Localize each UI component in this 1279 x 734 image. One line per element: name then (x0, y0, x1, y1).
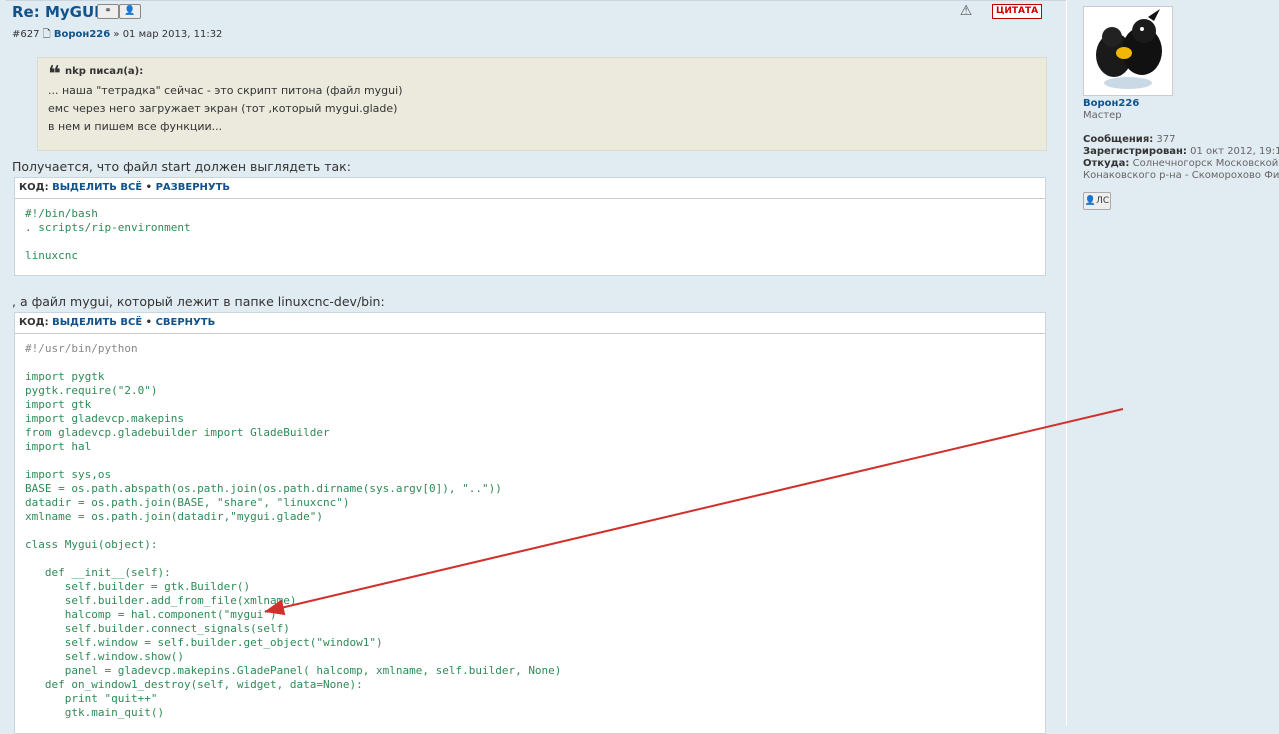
quote-button[interactable]: ЦИТАТА (992, 4, 1043, 19)
code-line: linuxcnc (25, 249, 78, 262)
code-line: import gladevcp.makepins (25, 412, 184, 425)
user-icon[interactable]: 👤 (119, 4, 141, 19)
code-line: panel = gladevcp.makepins.GladePanel( ha… (25, 664, 562, 677)
profile-location-2: Конаковского р-на - Скоморохово Фирово (1083, 170, 1279, 181)
crow-avatar-icon (1096, 9, 1162, 89)
collapse-link[interactable]: СВЕРНУТЬ (156, 317, 216, 328)
post-text-1: Получается, что файл start должен выгляд… (12, 159, 351, 174)
post-meta: #627 🗋 Ворон226 » 01 мар 2013, 11:32 (12, 27, 222, 44)
pm-button[interactable]: 👤ЛС (1083, 192, 1111, 210)
code-header-1: КОД: ВЫДЕЛИТЬ ВСЁ • РАЗВЕРНУТЬ (15, 178, 1045, 199)
code-label: КОД: (19, 182, 49, 193)
profile-name[interactable]: Ворон226 (1083, 98, 1139, 109)
code-line: self.builder = gtk.Builder() (25, 580, 251, 593)
code-content-1[interactable]: #!/bin/bash. scripts/rip-environment lin… (15, 199, 1045, 263)
code-line: def on_window1_destroy(self, widget, dat… (25, 678, 363, 691)
post-doc-icon: 🗋 (42, 29, 51, 40)
post-date: » 01 мар 2013, 11:32 (113, 29, 223, 40)
code-line: BASE = os.path.abspath(os.path.join(os.p… (25, 482, 502, 495)
profile-registered: Зарегистрирован: 01 окт 2012, 19:14 (1083, 146, 1279, 157)
code-line: halcomp = hal.component("mygui") (25, 608, 277, 621)
code-content-2[interactable]: #!/usr/bin/python import pygtk pygtk.requ… (15, 334, 1045, 720)
select-all-link[interactable]: ВЫДЕЛИТЬ ВСЁ (52, 182, 142, 193)
code-line: self.builder.connect_signals(self) (25, 622, 290, 635)
code-line: pygtk.require("2.0") (25, 384, 158, 397)
quote-line-1: ... наша "тетрадка" сейчас - это скрипт … (48, 84, 403, 97)
code-line: gtk.main_quit() (25, 706, 165, 719)
blockquote: ❝ nkp писал(а): ... наша "тетрадка" сейч… (37, 57, 1047, 151)
code-line: datadir = os.path.join(BASE, "share", "l… (25, 496, 350, 509)
code-line: import hal (25, 440, 92, 453)
pm-icon: 👤 (1084, 196, 1097, 206)
quote-author: nkp писал(а): (65, 66, 144, 77)
code-line: class Mygui(object): (25, 538, 158, 551)
profile-sidebar: Ворон226 Мастер Сообщения: 377 Зарегистр… (1066, 0, 1279, 726)
code-line: #!/usr/bin/python (25, 342, 138, 355)
profile-location: Откуда: Солнечногорск Московской обл. (1083, 158, 1279, 169)
post-author-link[interactable]: Ворон226 (54, 29, 110, 40)
code-line: def __init__(self): (25, 566, 171, 579)
code-line: self.builder.add_from_file(xmlname) (25, 594, 297, 607)
code-line: #!/bin/bash (25, 207, 98, 220)
code-line: import gtk (25, 398, 92, 411)
code-line: import sys,os (25, 468, 112, 481)
post-number[interactable]: #627 (12, 29, 39, 40)
code-label: КОД: (19, 317, 49, 328)
quote-line-2: емс через него загружает экран (тот ,кот… (48, 102, 398, 115)
post-title[interactable]: Re: MyGUI (12, 3, 100, 21)
profile-rank: Мастер (1083, 110, 1122, 121)
quote-line-3: в нем и пишем все функции... (48, 120, 223, 133)
code-line: self.window.show() (25, 650, 184, 663)
profile-posts: Сообщения: 377 (1083, 134, 1176, 145)
code-line: print "quit++" (25, 692, 158, 705)
avatar[interactable] (1083, 6, 1173, 96)
link-icon[interactable]: ⚭ (97, 4, 119, 19)
select-all-link[interactable]: ВЫДЕЛИТЬ ВСЁ (52, 317, 142, 328)
code-header-2: КОД: ВЫДЕЛИТЬ ВСЁ • СВЕРНУТЬ (15, 313, 1045, 334)
code-block-2: КОД: ВЫДЕЛИТЬ ВСЁ • СВЕРНУТЬ #!/usr/bin/… (14, 312, 1046, 734)
post-text-2: , а файл mygui, который лежит в папке li… (12, 294, 385, 309)
code-line: from gladevcp.gladebuilder import GladeB… (25, 426, 330, 439)
expand-link[interactable]: РАЗВЕРНУТЬ (156, 182, 230, 193)
code-block-1: КОД: ВЫДЕЛИТЬ ВСЁ • РАЗВЕРНУТЬ #!/bin/ba… (14, 177, 1046, 276)
code-line: import pygtk (25, 370, 105, 383)
code-line: self.window = self.builder.get_object("w… (25, 636, 383, 649)
code-line: xmlname = os.path.join(datadir,"mygui.gl… (25, 510, 324, 523)
report-icon[interactable]: ⚠ (958, 3, 974, 19)
code-line: . scripts/rip-environment (25, 221, 191, 234)
